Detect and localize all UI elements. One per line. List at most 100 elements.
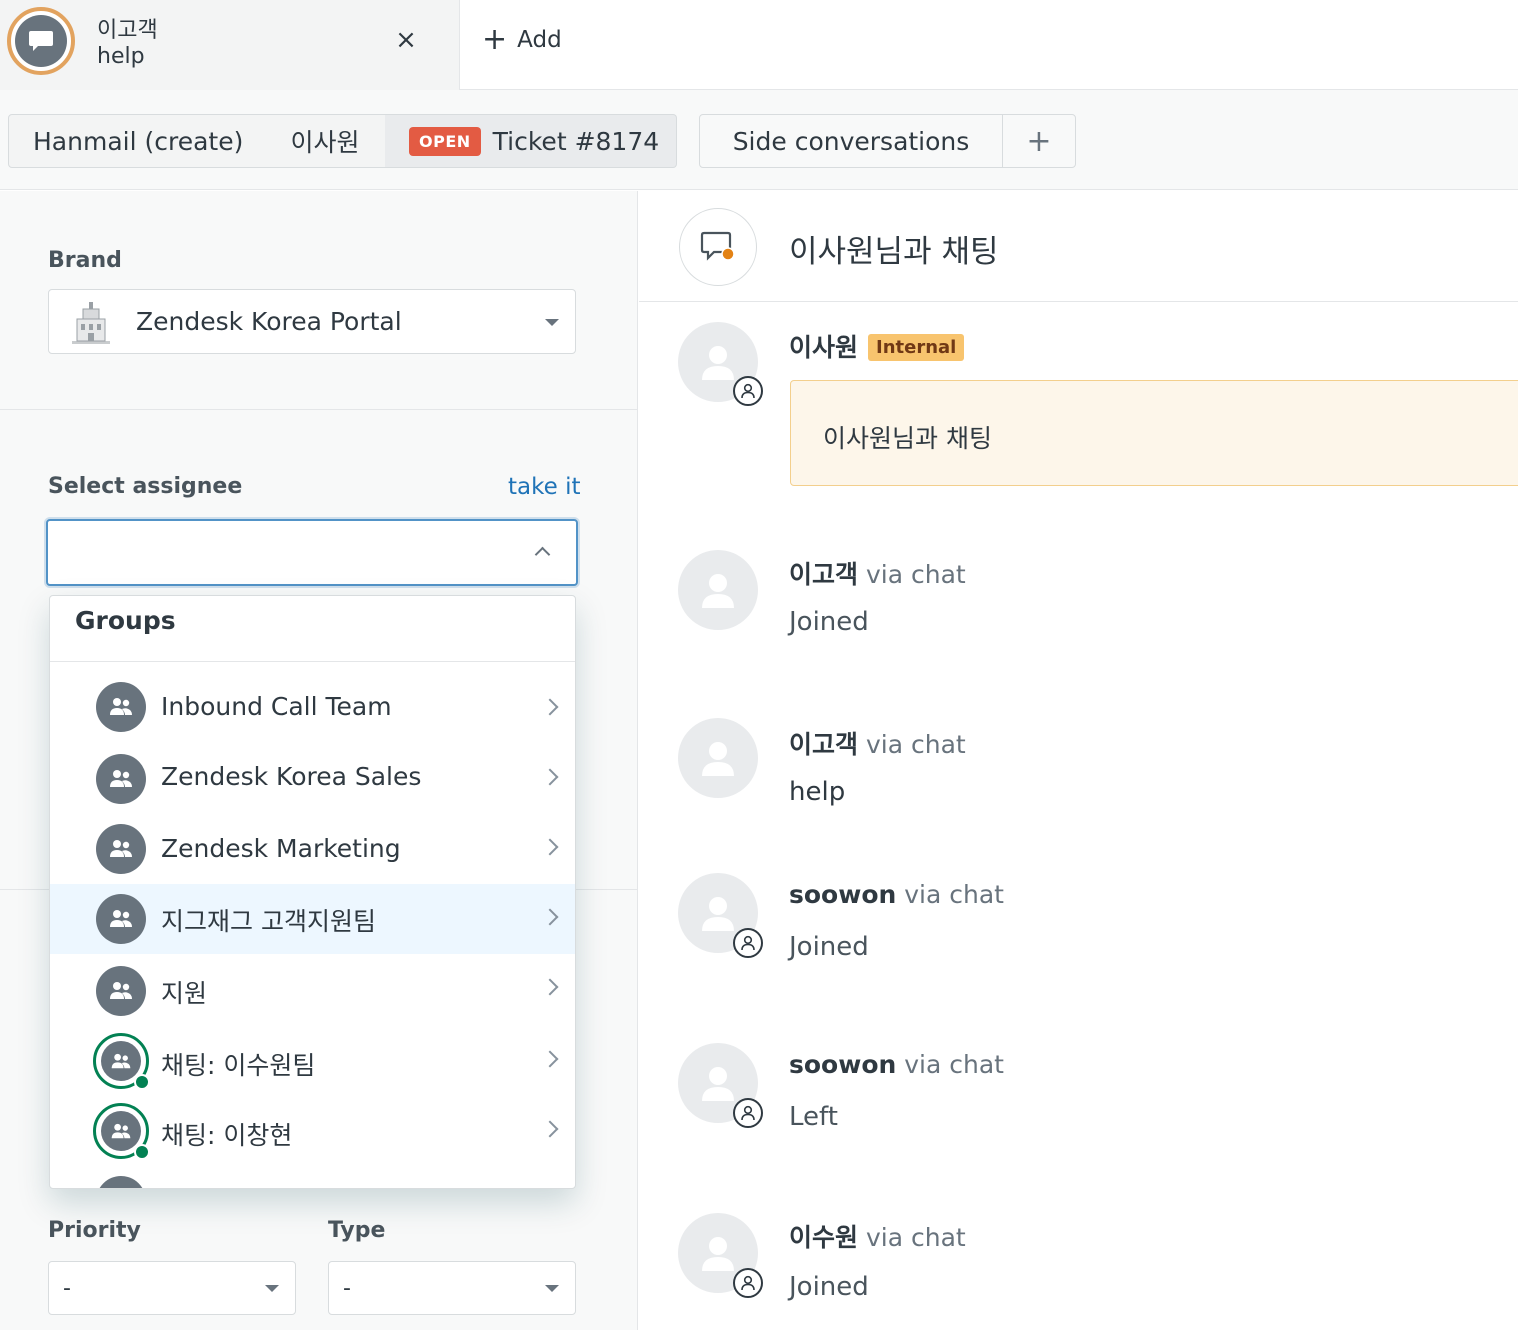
sender-name: 이고객 <box>789 730 859 759</box>
breadcrumb-requester[interactable]: 이사원 <box>265 114 386 168</box>
sender-channel: via chat <box>865 560 966 589</box>
brand-value: Zendesk Korea Portal <box>136 307 402 336</box>
sender-channel: via chat <box>865 1223 966 1252</box>
group-item-inbound-call-team[interactable]: Inbound Call Team <box>50 674 575 744</box>
chevron-down-icon <box>545 1285 559 1292</box>
group-icon <box>96 824 146 874</box>
type-value: - <box>343 1275 351 1301</box>
avatar <box>678 550 758 630</box>
brand-label: Brand <box>48 248 122 273</box>
chat-channel-avatar <box>7 7 75 75</box>
message-sender: soowon via chat <box>789 1050 1004 1079</box>
breadcrumb-label: Hanmail (create) <box>33 126 244 156</box>
internal-badge: Internal <box>868 334 965 361</box>
conversation-panel <box>639 191 1518 1330</box>
conversation-title: 이사원님과 채팅 <box>789 234 999 270</box>
message-sender: 이고객 via chat <box>789 725 966 761</box>
ticket-number-label: Ticket #8174 <box>492 126 660 156</box>
chevron-down-icon <box>265 1285 279 1292</box>
chevron-right-icon <box>541 908 559 926</box>
side-conversations-label: Side conversations <box>732 126 970 156</box>
group-item-label: 채팅: 이창현 <box>161 1121 293 1150</box>
new-side-conversation-button[interactable]: + <box>1002 114 1076 168</box>
group-item-zigzag-support[interactable]: 지그재그 고객지원팀 <box>50 884 575 954</box>
sender-name: 이고객 <box>789 560 859 589</box>
group-icon <box>96 754 146 804</box>
message-text: help <box>789 777 846 807</box>
agent-icon <box>733 1098 763 1128</box>
chevron-right-icon <box>541 838 559 856</box>
message-sender: 이고객 via chat <box>789 555 966 591</box>
chevron-right-icon <box>541 1050 559 1068</box>
chat-bubble-icon <box>15 15 67 67</box>
group-icon <box>96 966 146 1016</box>
group-item-label: Zendesk Marketing <box>161 834 401 863</box>
breadcrumb-ticket[interactable]: OPEN Ticket #8174 <box>385 114 677 168</box>
agent-icon <box>733 1268 763 1298</box>
plus-icon: + <box>1026 123 1052 159</box>
plus-icon: + <box>482 22 508 57</box>
sender-channel: via chat <box>904 880 1004 909</box>
group-item-zendesk-marketing[interactable]: Zendesk Marketing <box>50 814 575 884</box>
side-conversations-button[interactable]: Side conversations <box>699 114 1003 168</box>
message-text: Joined <box>789 932 869 962</box>
online-status-icon <box>134 1074 150 1090</box>
sender-channel: via chat <box>904 1050 1004 1079</box>
message-text: Left <box>789 1102 838 1132</box>
internal-note: 이사원님과 채팅 <box>790 380 1518 486</box>
group-icon <box>96 682 146 732</box>
group-item-cutoff <box>50 1166 575 1188</box>
group-item-label: Inbound Call Team <box>161 692 392 721</box>
priority-select[interactable]: - <box>48 1261 296 1315</box>
tab-bar-empty-area <box>460 0 1518 90</box>
tab-customer-name: 이고객 <box>97 18 158 43</box>
message-sender: soowon via chat <box>789 880 1004 909</box>
chevron-down-icon <box>545 319 559 326</box>
assignee-search-input[interactable] <box>46 519 578 586</box>
avatar <box>678 718 758 798</box>
tab-subtitle: help <box>97 44 145 69</box>
brand-building-icon <box>66 297 116 347</box>
dropdown-header: Groups <box>50 596 575 662</box>
online-status-icon <box>134 1144 150 1160</box>
side-conversation-icon <box>679 208 757 286</box>
assignee-dropdown-menu: Groups Inbound Call Team Zendesk Korea S… <box>49 595 576 1189</box>
message-text: Joined <box>789 1272 869 1302</box>
assignee-label: Select assignee <box>48 474 243 499</box>
breadcrumb-hanmail[interactable]: Hanmail (create) <box>8 114 266 168</box>
close-tab-icon[interactable]: × <box>390 24 422 56</box>
sender-name: 이수원 <box>789 1223 859 1252</box>
chat-group-icon <box>93 1033 150 1090</box>
type-label: Type <box>328 1218 386 1243</box>
group-item-label: 지원 <box>161 979 208 1008</box>
message-text: Joined <box>789 607 869 637</box>
group-item-chat-team-1[interactable]: 채팅: 이수원팀 <box>50 1026 575 1096</box>
agent-icon <box>733 928 763 958</box>
message-sender: 이수원 via chat <box>789 1218 966 1254</box>
take-it-link[interactable]: take it <box>508 474 580 500</box>
add-tab-label: Add <box>517 27 562 53</box>
sender-name: soowon <box>789 880 897 909</box>
priority-value: - <box>63 1275 71 1301</box>
chat-group-icon <box>93 1103 150 1160</box>
conversation-header-divider <box>639 301 1518 302</box>
type-select[interactable]: - <box>328 1261 576 1315</box>
sender-channel: via chat <box>865 730 966 759</box>
chevron-right-icon <box>541 768 559 786</box>
group-item-zendesk-korea-sales[interactable]: Zendesk Korea Sales <box>50 744 575 814</box>
group-icon <box>96 1176 146 1188</box>
chevron-right-icon <box>541 698 559 716</box>
chevron-right-icon <box>541 978 559 996</box>
section-divider <box>0 409 638 410</box>
group-item-label: 채팅: 이수원팀 <box>161 1051 316 1080</box>
add-tab-button[interactable]: + Add <box>482 22 562 58</box>
group-item-chat-team-2[interactable]: 채팅: 이창현 <box>50 1096 575 1166</box>
group-icon <box>96 894 146 944</box>
group-item-label: 지그재그 고객지원팀 <box>161 907 376 936</box>
ticket-status-badge: OPEN <box>409 126 481 156</box>
breadcrumb-label: 이사원 <box>290 128 360 157</box>
brand-select[interactable]: Zendesk Korea Portal <box>48 289 576 354</box>
group-item-support[interactable]: 지원 <box>50 954 575 1024</box>
sender-name: 이사원 <box>789 333 859 362</box>
priority-label: Priority <box>48 1218 141 1243</box>
